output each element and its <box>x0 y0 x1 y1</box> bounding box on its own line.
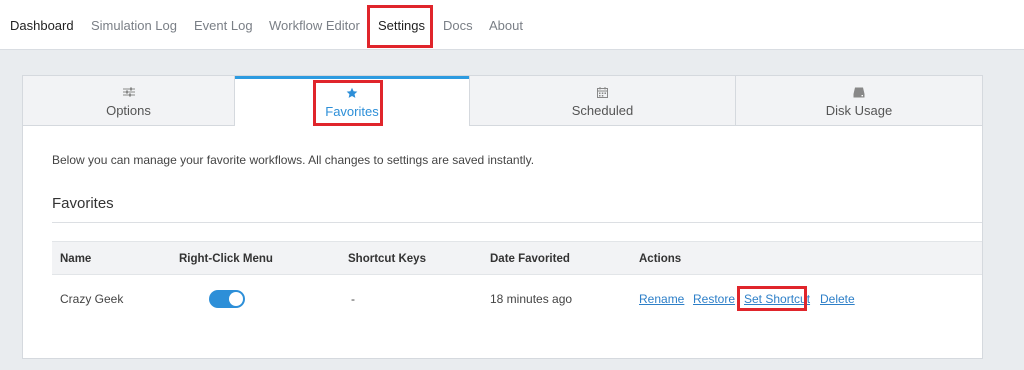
section-title: Favorites <box>52 195 114 212</box>
sliders-icon <box>23 86 234 98</box>
tab-favorites[interactable]: Favorites <box>235 76 469 126</box>
favorites-description: Below you can manage your favorite workf… <box>52 153 535 167</box>
date-favorited-value: 18 minutes ago <box>490 292 573 306</box>
tab-options[interactable]: Options <box>23 76 235 125</box>
table-row: Crazy Geek - 18 minutes ago Rename Resto… <box>52 275 982 323</box>
delete-link[interactable]: Delete <box>820 292 855 306</box>
top-nav: Dashboard Simulation Log Event Log Workf… <box>0 0 1024 50</box>
star-icon <box>235 87 469 99</box>
rename-link[interactable]: Rename <box>639 292 684 306</box>
shortcut-keys-value: - <box>351 292 355 306</box>
nav-dashboard[interactable]: Dashboard <box>10 18 74 33</box>
column-header-name: Name <box>60 253 92 265</box>
toggle-knob <box>229 292 243 306</box>
nav-event-log[interactable]: Event Log <box>194 18 253 33</box>
restore-link[interactable]: Restore <box>693 292 735 306</box>
column-header-date-favorited: Date Favorited <box>490 253 570 265</box>
column-header-actions: Actions <box>639 253 682 265</box>
nav-settings[interactable]: Settings <box>378 18 425 33</box>
nav-about[interactable]: About <box>489 18 523 33</box>
set-shortcut-link[interactable]: Set Shortcut <box>744 292 810 306</box>
tab-options-label: Options <box>106 103 151 118</box>
nav-workflow-editor[interactable]: Workflow Editor <box>269 18 360 33</box>
column-header-right-click-menu: Right-Click Menu <box>179 253 273 265</box>
right-click-menu-toggle[interactable] <box>209 290 245 308</box>
settings-card: Options Favorites Scheduled Disk Usage B… <box>22 75 983 359</box>
tab-disk-usage-label: Disk Usage <box>825 103 893 118</box>
favorites-table-header: Name Right-Click Menu Shortcut Keys Date… <box>52 241 982 275</box>
disk-icon <box>736 86 982 98</box>
tab-disk-usage[interactable]: Disk Usage <box>736 76 982 125</box>
nav-docs[interactable]: Docs <box>443 18 473 33</box>
tab-scheduled-label: Scheduled <box>571 103 634 118</box>
nav-simulation-log[interactable]: Simulation Log <box>91 18 177 33</box>
tab-favorites-label: Favorites <box>325 104 379 119</box>
tab-scheduled[interactable]: Scheduled <box>469 76 736 125</box>
section-divider <box>52 222 982 223</box>
column-header-shortcut-keys: Shortcut Keys <box>348 253 426 265</box>
settings-tabs: Options Favorites Scheduled Disk Usage <box>23 76 982 126</box>
calendar-icon <box>470 86 735 98</box>
favorite-name: Crazy Geek <box>60 292 124 306</box>
